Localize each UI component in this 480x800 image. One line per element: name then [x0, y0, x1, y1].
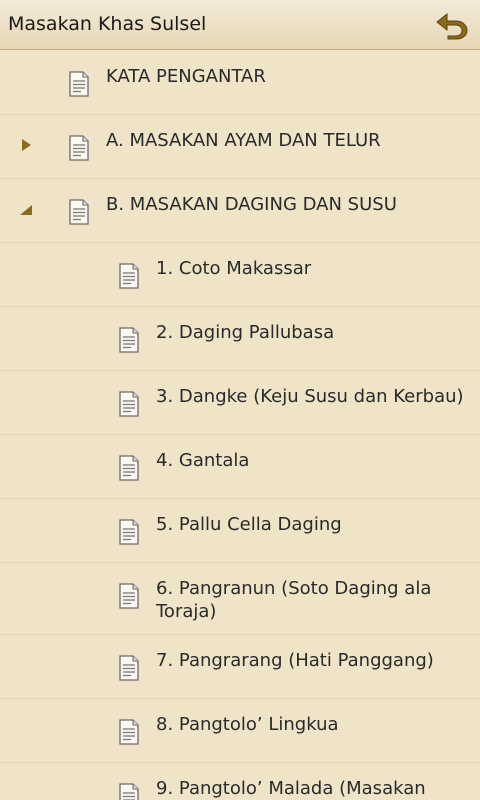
- list-item[interactable]: 3. Dangke (Keju Susu dan Kerbau): [0, 371, 480, 435]
- list-item-label: 5. Pallu Cella Daging: [156, 514, 342, 535]
- list-item-label: 4. Gantala: [156, 450, 250, 471]
- app-screen: Masakan Khas Sulsel KATA PENGANTAR A. MAS…: [0, 0, 480, 800]
- document-icon: [119, 519, 139, 545]
- undo-arrow-icon: [436, 12, 468, 40]
- list-item-label: B. MASAKAN DAGING DAN SUSU: [106, 194, 397, 215]
- list-item-label: 1. Coto Makassar: [156, 258, 312, 279]
- document-icon: [69, 135, 89, 161]
- document-icon: [69, 71, 89, 97]
- list-item[interactable]: 6. Pangranun (Soto Daging ala Toraja): [0, 563, 480, 635]
- document-icon: [119, 327, 139, 353]
- document-icon: [119, 455, 139, 481]
- list-item[interactable]: 8. Pangtolo’ Lingkua: [0, 699, 480, 763]
- list-item-label: KATA PENGANTAR: [106, 66, 266, 87]
- document-icon: [119, 263, 139, 289]
- list-item[interactable]: 5. Pallu Cella Daging: [0, 499, 480, 563]
- document-icon: [119, 391, 139, 417]
- list-item[interactable]: 4. Gantala: [0, 435, 480, 499]
- list-item-label: 6. Pangranun (Soto Daging ala Toraja): [156, 578, 432, 622]
- list-item-label: 7. Pangrarang (Hati Panggang): [156, 650, 434, 671]
- list-item-label: 8. Pangtolo’ Lingkua: [156, 714, 339, 735]
- list-item-label: 2. Daging Pallubasa: [156, 322, 335, 343]
- list-item-label: 9. Pangtolo’ Malada (Masakan: [156, 778, 426, 799]
- document-icon: [69, 199, 89, 225]
- table-of-contents-list[interactable]: KATA PENGANTAR A. MASAKAN AYAM DAN TELUR B…: [0, 51, 480, 800]
- collapse-triangle-icon[interactable]: [18, 201, 34, 217]
- list-item[interactable]: KATA PENGANTAR: [0, 51, 480, 115]
- list-item-label: 3. Dangke (Keju Susu dan Kerbau): [156, 386, 464, 407]
- document-icon: [119, 719, 139, 745]
- list-item-label: A. MASAKAN AYAM DAN TELUR: [106, 130, 381, 151]
- title-bar: Masakan Khas Sulsel: [0, 0, 480, 50]
- document-icon: [119, 583, 139, 609]
- list-item[interactable]: 7. Pangrarang (Hati Panggang): [0, 635, 480, 699]
- document-icon: [119, 655, 139, 681]
- list-item[interactable]: 9. Pangtolo’ Malada (Masakan: [0, 763, 480, 800]
- list-item[interactable]: 2. Daging Pallubasa: [0, 307, 480, 371]
- back-button[interactable]: [432, 5, 472, 45]
- app-title: Masakan Khas Sulsel: [8, 13, 207, 35]
- list-item[interactable]: 1. Coto Makassar: [0, 243, 480, 307]
- document-icon: [119, 783, 139, 800]
- list-item[interactable]: B. MASAKAN DAGING DAN SUSU: [0, 179, 480, 243]
- expand-triangle-icon[interactable]: [18, 137, 34, 153]
- list-item[interactable]: A. MASAKAN AYAM DAN TELUR: [0, 115, 480, 179]
